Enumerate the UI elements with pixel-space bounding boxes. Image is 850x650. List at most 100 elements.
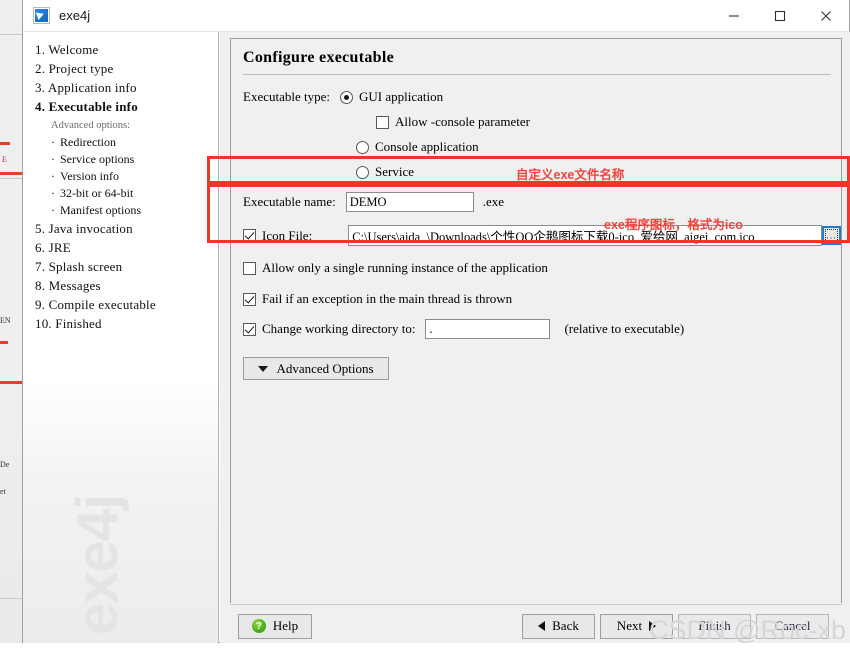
background-text-1: E — [2, 155, 7, 164]
ellipsis-icon: ... — [826, 230, 837, 240]
wizard-step-list: 1. Welcome 2. Project type 3. Applicatio… — [23, 32, 219, 643]
allow-console-row: Allow -console parameter — [376, 114, 841, 130]
icon-file-input[interactable]: C:\Users\aida_\Downloads\个性QQ企鹅图标下载0-ico… — [348, 225, 822, 246]
executable-name-input[interactable]: DEMO — [345, 192, 474, 212]
working-directory-label: Change working directory to: — [262, 321, 416, 336]
sidebar-item-executable-info[interactable]: 4. Executable info — [23, 97, 218, 116]
configure-executable-panel: Configure executable Executable type: GU… — [230, 38, 842, 603]
checkbox-allow-console-parameter-label: Allow -console parameter — [395, 114, 531, 129]
advanced-options-button[interactable]: Advanced Options — [243, 357, 389, 380]
background-red-mark-1 — [0, 142, 10, 145]
chevron-left-icon — [538, 621, 546, 631]
single-instance-row: Allow only a single running instance of … — [243, 260, 841, 276]
bullet-icon: · — [51, 135, 55, 149]
executable-name-row: Executable name: DEMO .exe — [243, 192, 841, 212]
chevron-down-icon — [258, 365, 269, 372]
sidebar-item-redirection[interactable]: · Redirection — [23, 134, 218, 151]
screenshot-root: E EN De et exe4j 1. Welcome 2. Project t… — [0, 0, 850, 650]
fail-on-exception-row: Fail if an exception in the main thread … — [243, 291, 841, 307]
sidebar-subitem-label: 32-bit or 64-bit — [60, 186, 134, 200]
checkbox-single-instance[interactable] — [243, 261, 256, 275]
executable-type-row: Executable type: GUI application — [243, 89, 841, 105]
advanced-options-button-label: Advanced Options — [276, 360, 374, 376]
icon-file-browse-button[interactable]: ... — [822, 226, 841, 245]
working-directory-input[interactable]: . — [425, 319, 551, 339]
window-controls — [711, 0, 849, 32]
checkbox-fail-on-exception[interactable] — [243, 292, 256, 306]
annotation-label-executable-name: 自定义exe文件名称 — [516, 168, 625, 182]
sidebar-item-version-info[interactable]: · Version info — [23, 168, 218, 185]
background-text-2: EN — [0, 316, 11, 325]
sidebar-item-java-invocation[interactable]: 5. Java invocation — [23, 219, 218, 238]
background-text-3: De — [0, 460, 10, 469]
sidebar-item-finished[interactable]: 10. Finished — [23, 314, 218, 333]
help-button-label: Help — [272, 618, 299, 633]
sidebar-item-application-info[interactable]: 3. Application info — [23, 78, 218, 97]
sidebar-group-advanced-options: Advanced options: — [51, 120, 131, 131]
background-red-mark-4 — [0, 381, 22, 384]
page-title: Configure executable — [243, 49, 395, 66]
sidebar-item-bitness[interactable]: · 32-bit or 64-bit — [23, 185, 218, 202]
minimize-icon[interactable] — [711, 0, 757, 32]
icon-file-label: Icon File: — [262, 227, 313, 243]
sidebar-item-splash-screen[interactable]: 7. Splash screen — [23, 257, 218, 276]
cancel-button-label: Cancel — [774, 618, 811, 633]
title-bar: exe4j — [23, 0, 849, 32]
sidebar-item-service-options[interactable]: · Service options — [23, 151, 218, 168]
sidebar-subitem-label: Redirection — [60, 135, 116, 149]
background-red-mark-2 — [0, 172, 22, 175]
finish-button-label: Finish — [698, 618, 731, 633]
console-application-row: Console application — [356, 139, 841, 155]
sidebar-item-project-type[interactable]: 2. Project type — [23, 59, 218, 78]
checkbox-allow-console-parameter[interactable] — [376, 115, 389, 129]
bullet-icon: · — [51, 186, 55, 200]
executable-type-label: Executable type: — [243, 89, 330, 104]
help-button[interactable]: ? Help — [238, 613, 312, 639]
wizard-content-pane: Configure executable Executable type: GU… — [220, 32, 850, 643]
wizard-button-bar: ? Help Back Next Finish Cancel — [230, 609, 842, 643]
executable-name-suffix: .exe — [482, 194, 505, 209]
radio-console-application[interactable] — [356, 140, 369, 154]
window-title: exe4j — [59, 8, 91, 23]
bullet-icon: · — [51, 152, 55, 166]
executable-form: Executable type: GUI application Allow -… — [231, 75, 841, 380]
next-button[interactable]: Next — [600, 613, 673, 639]
executable-name-label: Executable name: — [243, 194, 336, 209]
sidebar-subitem-label: Version info — [60, 169, 119, 183]
checkbox-change-working-directory[interactable] — [243, 322, 256, 336]
close-icon[interactable] — [803, 0, 849, 32]
radio-service[interactable] — [356, 165, 369, 179]
radio-service-label: Service — [375, 164, 414, 179]
sidebar-item-manifest-options[interactable]: · Manifest options — [23, 202, 218, 219]
checkbox-single-instance-label: Allow only a single running instance of … — [262, 260, 548, 275]
exe4j-watermark: exe4j — [65, 494, 130, 635]
sidebar-subitem-label: Manifest options — [60, 203, 141, 217]
footer-divider — [230, 604, 842, 605]
annotation-label-icon-file: exe程序图标，格式为ico — [604, 218, 743, 232]
help-icon: ? — [251, 619, 266, 633]
working-directory-hint: (relative to executable) — [564, 321, 685, 336]
maximize-icon[interactable] — [757, 0, 803, 32]
radio-gui-application[interactable] — [340, 90, 353, 104]
radio-gui-application-label: GUI application — [359, 89, 444, 104]
bullet-icon: · — [51, 203, 55, 217]
finish-button[interactable]: Finish — [678, 613, 751, 639]
sidebar-item-welcome[interactable]: 1. Welcome — [23, 40, 218, 59]
sidebar-subitem-label: Service options — [60, 152, 135, 166]
sidebar-item-jre[interactable]: 6. JRE — [23, 238, 218, 257]
background-text-4: et — [0, 487, 6, 496]
background-red-mark-3 — [0, 341, 8, 344]
exe4j-wizard-window: exe4j 1. Welcome 2. Project type 3. Appl… — [22, 0, 850, 643]
chevron-right-icon — [649, 621, 657, 631]
sidebar-item-messages[interactable]: 8. Messages — [23, 276, 218, 295]
working-directory-row: Change working directory to: . (relative… — [243, 319, 841, 339]
radio-console-application-label: Console application — [375, 139, 479, 154]
exe4j-logo-icon — [33, 7, 50, 24]
icon-file-row: Icon File: C:\Users\aida_\Downloads\个性QQ… — [243, 225, 841, 246]
checkbox-fail-on-exception-label: Fail if an exception in the main thread … — [262, 291, 513, 306]
back-button[interactable]: Back — [522, 613, 595, 639]
checkbox-icon-file[interactable] — [243, 229, 256, 242]
cancel-button[interactable]: Cancel — [756, 613, 829, 639]
sidebar-item-compile-executable[interactable]: 9. Compile executable — [23, 295, 218, 314]
bottom-edge — [0, 643, 850, 650]
